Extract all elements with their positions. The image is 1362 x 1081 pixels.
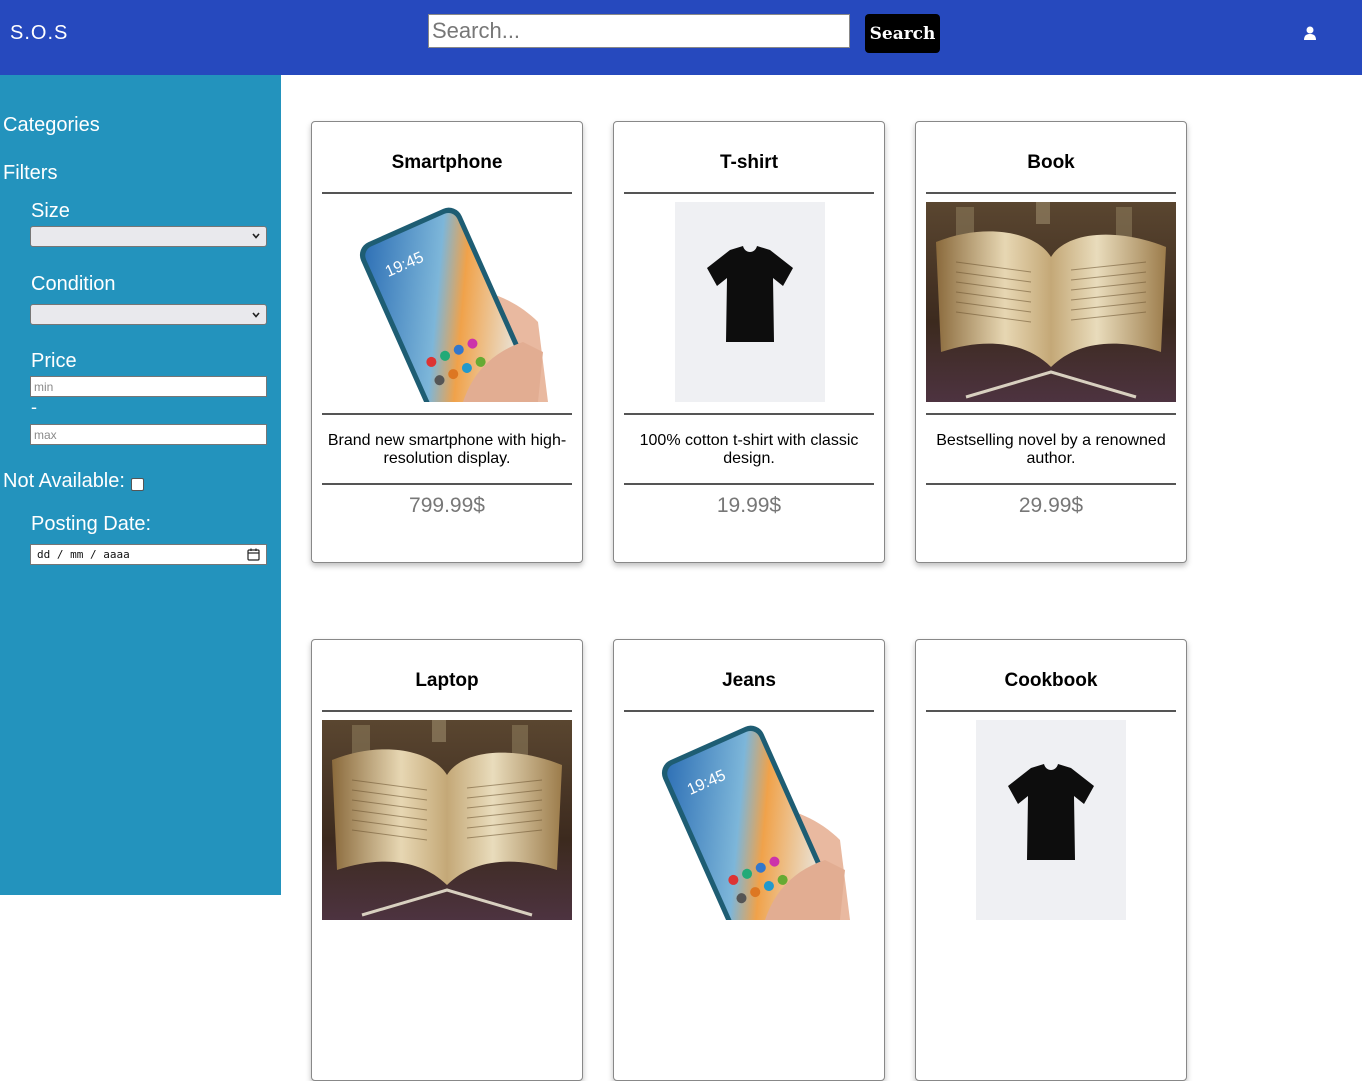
product-description: Bestselling novel by a renowned author.	[936, 432, 1166, 467]
tshirt-image	[976, 720, 1126, 920]
price-max-input[interactable]	[30, 424, 267, 445]
price-label: Price	[31, 350, 77, 372]
not-available-label: Not Available:	[3, 470, 125, 492]
condition-select[interactable]	[30, 304, 267, 325]
top-navbar: S.O.S Search	[0, 0, 1362, 75]
product-description: Brand new smartphone with high-resolutio…	[327, 432, 567, 467]
divider	[926, 483, 1176, 485]
smartphone-image	[323, 202, 573, 402]
search-input[interactable]	[428, 14, 850, 48]
product-card-cookbook[interactable]: Cookbook	[915, 639, 1187, 1081]
product-title: Jeans	[722, 670, 776, 691]
product-description: 100% cotton t-shirt with classic design.	[639, 432, 859, 467]
search-button[interactable]: Search	[865, 14, 940, 53]
brand-logo[interactable]: S.O.S	[10, 22, 68, 45]
divider	[322, 483, 572, 485]
posting-date-label: Posting Date:	[31, 513, 152, 535]
divider	[926, 710, 1176, 712]
filters-heading: Filters	[3, 162, 58, 184]
date-placeholder: dd / mm / aaaa	[37, 548, 130, 561]
product-card-laptop[interactable]: Laptop	[311, 639, 583, 1081]
product-title: T-shirt	[719, 152, 779, 173]
divider	[322, 192, 572, 194]
calendar-icon[interactable]	[247, 548, 260, 561]
divider	[322, 710, 572, 712]
posting-date-input[interactable]: dd / mm / aaaa	[30, 544, 267, 565]
product-card-tshirt[interactable]: T-shirt 100% cotton t-shirt with classic…	[613, 121, 885, 563]
price-separator: -	[31, 397, 37, 417]
user-icon[interactable]	[1302, 25, 1318, 41]
product-price: 799.99$	[409, 494, 485, 517]
product-title: Cookbook	[1004, 670, 1098, 691]
size-select[interactable]	[30, 226, 267, 247]
size-label: Size	[31, 200, 70, 222]
book-image	[926, 202, 1176, 402]
smartphone-image	[625, 720, 875, 920]
product-title: Laptop	[415, 670, 479, 691]
divider	[926, 413, 1176, 415]
product-title: Book	[1027, 152, 1075, 173]
categories-link[interactable]: Categories	[3, 114, 100, 137]
condition-label: Condition	[31, 273, 116, 295]
divider	[926, 192, 1176, 194]
product-price: 29.99$	[1018, 494, 1084, 517]
price-min-input[interactable]	[30, 376, 267, 397]
divider	[624, 413, 874, 415]
divider	[624, 192, 874, 194]
book-image	[322, 720, 572, 920]
product-card-book[interactable]: Book Bestselling novel by a renowned aut…	[915, 121, 1187, 563]
divider	[322, 413, 572, 415]
not-available-checkbox[interactable]	[131, 478, 144, 491]
product-card-jeans[interactable]: Jeans	[613, 639, 885, 1081]
filter-sidebar: Categories Filters Size Condition Price …	[0, 75, 281, 895]
product-card-smartphone[interactable]: Smartphone Brand new smartphone with hig…	[311, 121, 583, 563]
product-title: Smartphone	[391, 152, 503, 173]
tshirt-image	[675, 202, 825, 402]
divider	[624, 483, 874, 485]
product-price: 19.99$	[716, 494, 782, 517]
divider	[624, 710, 874, 712]
